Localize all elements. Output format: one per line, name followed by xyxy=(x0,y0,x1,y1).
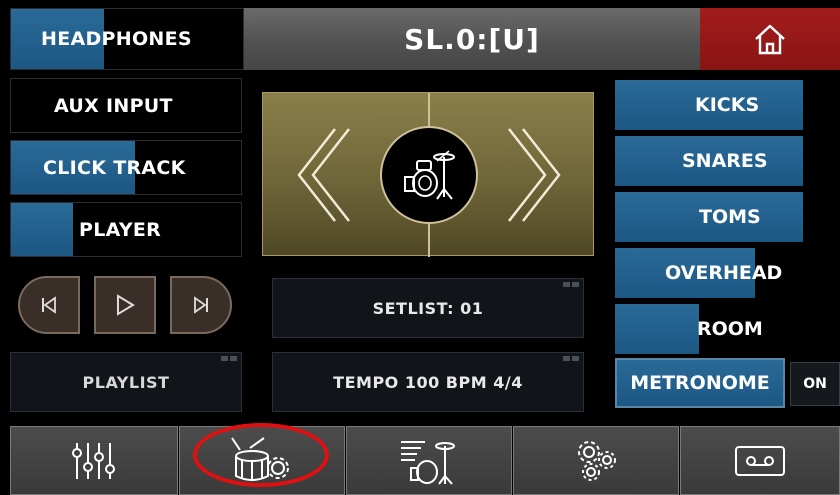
channel-room-label: ROOM xyxy=(697,318,763,340)
chevron-right-icon xyxy=(508,128,561,222)
home-icon xyxy=(755,24,785,55)
metronome-on-toggle[interactable]: ON xyxy=(790,362,840,406)
channel-toms-button[interactable]: TOMS xyxy=(615,192,840,242)
metronome-button[interactable]: METRONOME xyxy=(615,358,785,408)
setlist-title-bar: SL.0:[U] xyxy=(244,8,700,70)
aux-input-label: AUX INPUT xyxy=(54,94,173,117)
gears-icon xyxy=(578,440,616,481)
player-level-fill xyxy=(11,203,74,256)
setlist-button[interactable]: SETLIST: 01 xyxy=(272,278,584,338)
setlist-label: SETLIST: 01 xyxy=(372,298,484,318)
play-icon xyxy=(117,294,135,316)
headphones-button[interactable]: HEADPHONES xyxy=(10,8,244,70)
previous-track-button[interactable] xyxy=(18,276,80,334)
corner-indicator xyxy=(563,356,579,361)
drum-list-icon xyxy=(401,440,455,485)
metronome-toggle-label: ON xyxy=(803,376,827,392)
tab-settings[interactable] xyxy=(513,426,679,495)
cassette-icon xyxy=(735,445,785,476)
skip-previous-icon xyxy=(42,296,56,314)
tab-drum-list[interactable] xyxy=(346,426,512,495)
corner-indicator xyxy=(221,356,237,361)
player-label: PLAYER xyxy=(79,218,162,241)
next-track-button[interactable] xyxy=(170,276,232,334)
tempo-button[interactable]: TEMPO 100 BPM 4/4 xyxy=(272,352,584,412)
channel-snares-label: SNARES xyxy=(682,150,768,172)
channel-overhead-label: OVERHEAD xyxy=(665,262,783,284)
highlight-annotation xyxy=(193,423,329,487)
skip-next-icon xyxy=(194,296,208,314)
page-title: SL.0:[U] xyxy=(404,22,540,56)
click-track-button[interactable]: CLICK TRACK xyxy=(10,140,242,195)
tempo-label: TEMPO 100 BPM 4/4 xyxy=(333,372,523,392)
corner-indicator xyxy=(563,282,579,287)
aux-input-button[interactable]: AUX INPUT xyxy=(10,78,242,133)
headphones-label: HEADPHONES xyxy=(41,28,192,50)
playlist-label: PLAYLIST xyxy=(82,372,170,392)
channel-room-button[interactable]: ROOM xyxy=(615,304,840,354)
current-kit-badge[interactable] xyxy=(380,126,478,224)
channel-toms-label: TOMS xyxy=(699,206,761,228)
metronome-label: METRONOME xyxy=(630,372,770,394)
click-track-label: CLICK TRACK xyxy=(43,156,186,179)
drum-kit-icon xyxy=(404,150,455,200)
channel-overhead-button[interactable]: OVERHEAD xyxy=(615,248,840,298)
chevron-left-icon xyxy=(297,128,350,222)
mixer-sliders-icon xyxy=(72,442,115,479)
player-button[interactable]: PLAYER xyxy=(10,202,242,257)
kit-selector xyxy=(262,92,594,257)
playlist-button[interactable]: PLAYLIST xyxy=(10,352,242,412)
tab-mixer[interactable] xyxy=(10,426,178,495)
tab-recorder[interactable] xyxy=(680,426,840,495)
home-button[interactable] xyxy=(700,8,840,70)
channel-kicks-button[interactable]: KICKS xyxy=(615,80,840,130)
channel-snares-button[interactable]: SNARES xyxy=(615,136,840,186)
channel-room-level-fill xyxy=(615,304,699,354)
play-button[interactable] xyxy=(94,276,156,334)
channel-kicks-label: KICKS xyxy=(695,94,760,116)
